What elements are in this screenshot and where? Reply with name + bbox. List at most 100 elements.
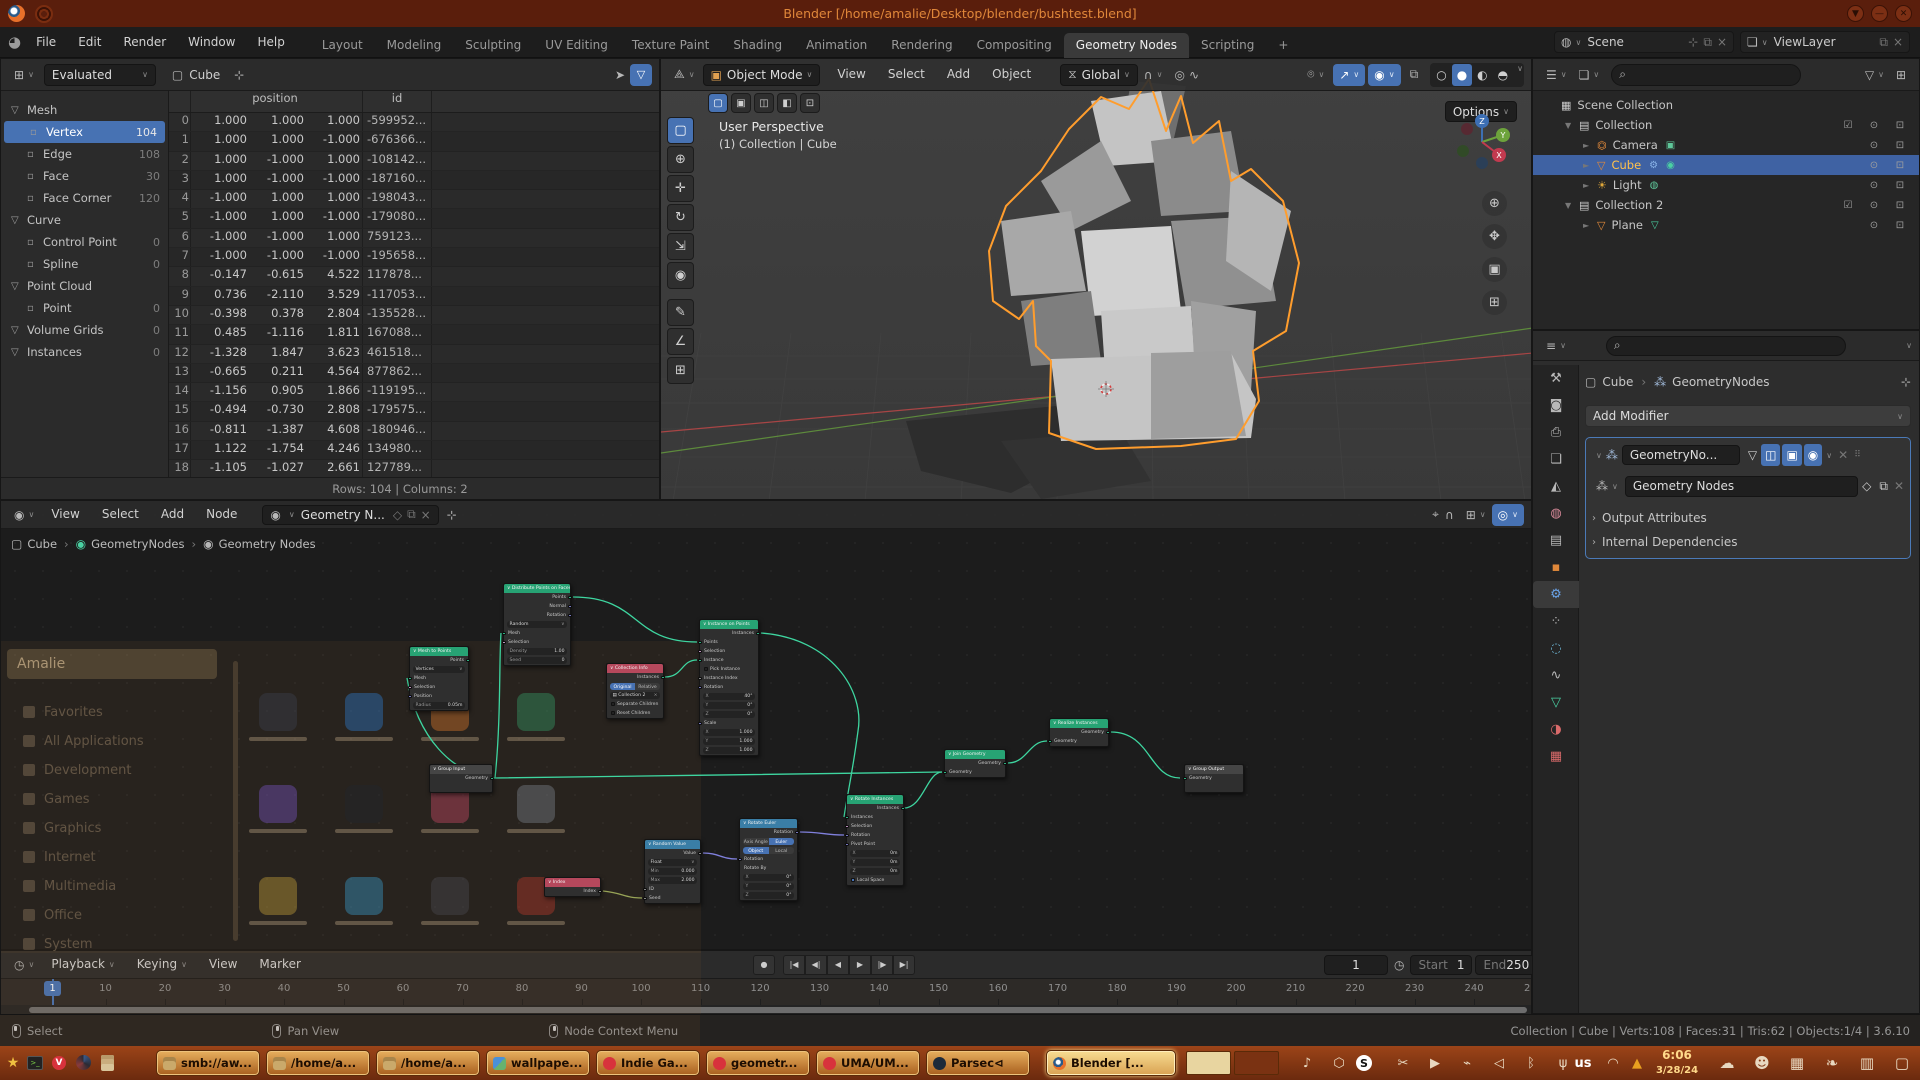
node-instance-on-points[interactable]: ∨ Instance on PointsInstancesPointsSelec… <box>699 619 759 756</box>
node-row[interactable]: Mesh <box>504 629 570 638</box>
column-header-id[interactable]: id <box>363 91 431 105</box>
sidebar-item-edge[interactable]: ▫Edge108 <box>1 143 168 165</box>
socket-in-instances[interactable] <box>845 816 848 819</box>
node-editor-type-button[interactable]: ◉∨ <box>8 504 40 526</box>
taskbar-button-geometr-[interactable]: geometr... <box>706 1050 810 1076</box>
properties-tab-collection[interactable]: ▤ <box>1533 527 1579 554</box>
tab-geometry-nodes[interactable]: Geometry Nodes <box>1064 33 1189 58</box>
socket-in-rotation[interactable] <box>698 686 701 689</box>
shading-wireframe-button[interactable]: ○ <box>1431 64 1451 86</box>
select-intersect-variant[interactable]: ⊡ <box>800 93 820 113</box>
transform-orientation-dropdown[interactable]: ⧖ Global∨ <box>1060 64 1138 86</box>
node-row[interactable]: Scale <box>700 719 758 728</box>
node-header[interactable]: ∨ Index <box>545 878 600 887</box>
properties-options-chevron[interactable]: ∨ <box>1906 341 1912 350</box>
menu-window[interactable]: Window <box>177 27 246 58</box>
scene-pin-icon[interactable]: ⊹ <box>1688 35 1698 49</box>
node-row[interactable]: Density1.00 <box>504 647 570 656</box>
outliner-row-collection-2[interactable]: ▼▤Collection 2☑⊙⊡ <box>1533 195 1919 215</box>
node-row[interactable]: Geometry <box>945 759 1005 768</box>
checkbox-local-space[interactable] <box>851 878 855 882</box>
tray-icon-3[interactable]: ✂ <box>1388 1046 1418 1080</box>
node-row[interactable]: Points <box>700 638 758 647</box>
tool-cursor[interactable]: ⊕ <box>667 146 694 173</box>
bush-object[interactable] <box>989 79 1299 449</box>
camera-toggle-icon[interactable]: ⊡ <box>1887 180 1913 191</box>
maximize-button[interactable]: — <box>1871 5 1888 22</box>
tray-icon-7[interactable]: ᛒ <box>1516 1046 1546 1080</box>
node-collection-info[interactable]: ∨ Collection InfoInstancesOriginalRelati… <box>606 663 664 719</box>
tool-move[interactable]: ✛ <box>667 175 694 202</box>
node-snap-toggle[interactable]: ∩ <box>1439 504 1460 526</box>
modifier-expand-chevron[interactable]: ∨ <box>1596 451 1602 460</box>
node-field-seed[interactable]: Seed0 <box>507 657 567 664</box>
view-layer-selector[interactable]: ❏∨ ViewLayer ⧉ × <box>1740 31 1910 53</box>
tab-add-workspace[interactable]: + <box>1266 33 1300 58</box>
node-row[interactable]: Selection <box>410 683 468 692</box>
node-row[interactable]: Rotation <box>504 611 570 620</box>
blender-menu-icon[interactable]: ◕ <box>8 33 21 51</box>
tool-rotate[interactable]: ↻ <box>667 204 694 231</box>
sidebar-item-volume-grids[interactable]: ▽Volume Grids0 <box>1 319 168 341</box>
node-row[interactable]: X1.000 <box>700 728 758 737</box>
node-row[interactable]: Pick Instance <box>700 665 758 674</box>
node-rotate-instances[interactable]: ∨ Rotate InstancesInstancesInstancesSele… <box>846 794 904 886</box>
socket-out-instances[interactable] <box>661 676 664 679</box>
node-row[interactable]: Rotate By <box>740 864 797 873</box>
node-menu-view[interactable]: View <box>40 499 90 530</box>
node-row[interactable] <box>1185 783 1243 792</box>
timeline-menu-keying[interactable]: Keying∨ <box>126 949 198 980</box>
zoom-icon[interactable]: ⊕ <box>1482 191 1507 216</box>
node-header[interactable]: ∨ Instance on Points <box>700 620 758 629</box>
taskbar-button-parsec[interactable]: Parsec ⊲ <box>926 1050 1030 1076</box>
shading-solid-button[interactable]: ● <box>1452 64 1472 86</box>
auto-key-button[interactable]: ● <box>753 955 775 975</box>
navigation-gizmo[interactable]: Z Y X <box>1451 111 1513 173</box>
node-row[interactable]: Float∨ <box>645 858 700 867</box>
tool-select-box[interactable]: ▢ <box>667 117 694 144</box>
select-subtract-variant[interactable]: ◫ <box>754 93 774 113</box>
node-row[interactable]: Min0.000 <box>645 867 700 876</box>
node-row[interactable]: Geometry <box>1050 728 1108 737</box>
check-toggle-icon[interactable]: ☑ <box>1835 200 1861 211</box>
socket-out-instances[interactable] <box>756 632 759 635</box>
tab-shading[interactable]: Shading <box>721 33 794 58</box>
node-row[interactable]: Z0m <box>847 867 903 876</box>
node-join-geometry[interactable]: ∨ Join GeometryGeometryGeometry <box>944 749 1006 778</box>
timeline-scrollbar[interactable] <box>29 1007 1527 1013</box>
eye-toggle-icon[interactable]: ⊙ <box>1861 200 1887 211</box>
check-toggle-icon[interactable]: ☑ <box>1835 120 1861 131</box>
menu-edit[interactable]: Edit <box>67 27 112 58</box>
toggle-axis-angle[interactable]: Axis Angle <box>743 838 769 845</box>
select-box-variant[interactable]: ▢ <box>708 93 728 113</box>
socket-out-rotation[interactable] <box>795 831 798 834</box>
camera-toggle-icon[interactable]: ⊡ <box>1887 200 1913 211</box>
node-row[interactable]: Geometry <box>1185 774 1243 783</box>
tab-sculpting[interactable]: Sculpting <box>453 33 533 58</box>
clear-icon[interactable]: × <box>654 691 658 700</box>
timeline-editor-type-button[interactable]: ◷∨ <box>8 954 40 976</box>
scene-copy-icon[interactable]: ⧉ <box>1703 35 1712 50</box>
expander-icon[interactable]: ► <box>1583 161 1597 170</box>
tray-right-icon-0[interactable]: ☁ <box>1712 1046 1742 1080</box>
properties-tab-world[interactable]: ◍ <box>1533 500 1579 527</box>
properties-tab-output[interactable]: ⎙ <box>1533 419 1579 446</box>
socket-in-id[interactable] <box>643 888 646 891</box>
eye-toggle-icon[interactable]: ⊙ <box>1861 160 1887 171</box>
eye-toggle-icon[interactable]: ⊙ <box>1861 220 1887 231</box>
mode-dropdown[interactable]: ▣ Object Mode∨ <box>703 64 821 86</box>
unlink-icon[interactable]: ✕ <box>1894 479 1904 493</box>
outliner-row-light[interactable]: ►☀Light◍⊙⊡ <box>1533 175 1919 195</box>
workspace-pager[interactable] <box>1186 1051 1279 1075</box>
socket-in-geometry[interactable] <box>1048 740 1051 743</box>
node-row[interactable]: Radius0.05m <box>410 701 468 710</box>
node-mesh-to-points[interactable]: ∨ Mesh to PointsPointsVertices∨MeshSelec… <box>409 646 469 711</box>
expander-icon[interactable]: ► <box>1583 221 1597 230</box>
node-row[interactable]: ID <box>645 885 700 894</box>
taskbar-button-smb-aw-[interactable]: smb://aw... <box>156 1050 260 1076</box>
socket-out-geometry[interactable] <box>1003 762 1006 765</box>
node-row[interactable]: Y1.000 <box>700 737 758 746</box>
expander-icon[interactable]: ► <box>1583 141 1597 150</box>
modifier-realtime-toggle[interactable]: ▣ <box>1782 444 1801 466</box>
node-row[interactable]: Pivot Point <box>847 840 903 849</box>
